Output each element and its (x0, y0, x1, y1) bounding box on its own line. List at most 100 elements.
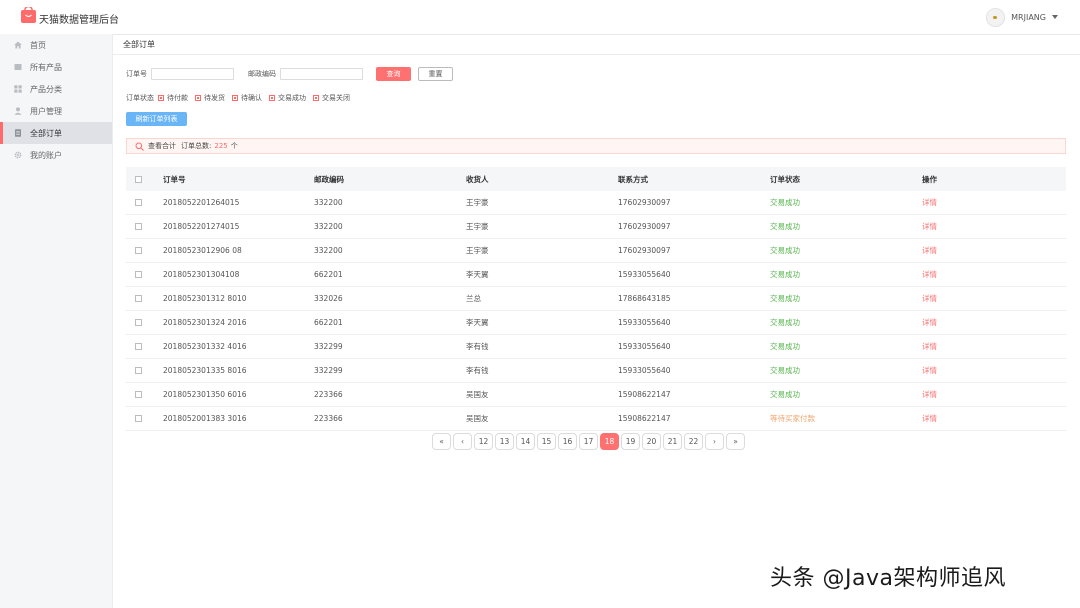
postcode-cell: 332026 (314, 294, 343, 303)
prev-page-button[interactable]: ‹ (453, 433, 472, 450)
postcode-cell: 662201 (314, 318, 343, 327)
phone-cell: 15933055640 (618, 318, 671, 327)
phone-cell: 17602930097 (618, 246, 671, 255)
checkbox-checked[interactable] (158, 95, 164, 101)
detail-link[interactable]: 详情 (922, 365, 1066, 376)
row-select-cell (126, 271, 163, 278)
receiver-cell: 吴国友 (466, 414, 489, 423)
summary-total-label: 订单总数: (181, 142, 212, 150)
sidebar-item-label: 产品分类 (30, 84, 62, 94)
detail-link[interactable]: 详情 (922, 389, 1066, 400)
table-row: 2018052301312 8010 332026 兰总 17868643185 交易成… (126, 287, 1066, 311)
last-page-button[interactable]: » (726, 433, 745, 450)
detail-link[interactable]: 详情 (922, 293, 1066, 304)
row-checkbox[interactable] (135, 223, 142, 230)
postcode-input[interactable] (280, 68, 363, 80)
page-number-button[interactable]: 17 (579, 433, 598, 450)
checkbox-checked[interactable] (313, 95, 319, 101)
phone-cell: 15908622147 (618, 390, 671, 399)
row-select-cell (126, 223, 163, 230)
row-checkbox[interactable] (135, 367, 142, 374)
select-all-checkbox[interactable] (135, 175, 142, 183)
detail-link[interactable]: 详情 (922, 221, 1066, 232)
postcode-cell: 332200 (314, 222, 343, 231)
page-number-button[interactable]: 14 (516, 433, 535, 450)
row-select-cell (126, 391, 163, 398)
next-page-button[interactable]: › (705, 433, 724, 450)
search-button[interactable]: 查询 (376, 67, 411, 81)
divider (113, 54, 1080, 55)
page-number-button[interactable]: 15 (537, 433, 556, 450)
column-header: 邮政编码 (314, 174, 344, 184)
phone-cell: 17602930097 (618, 198, 671, 207)
row-checkbox[interactable] (135, 247, 142, 254)
page-number-button[interactable]: 19 (621, 433, 640, 450)
detail-link[interactable]: 详情 (922, 413, 1066, 424)
sidebar-item-categories[interactable]: 产品分类 (0, 78, 112, 100)
summary-prefix: 查看合计 (148, 142, 176, 150)
status-option-pending-confirm[interactable]: 待确认 (232, 93, 262, 103)
shopping-bag-logo-icon[interactable] (21, 7, 36, 23)
page-number-button[interactable]: 18 (600, 433, 619, 450)
page-number-button[interactable]: 20 (642, 433, 661, 450)
sidebar-item-my-account[interactable]: 我的账户 (0, 144, 112, 166)
row-checkbox[interactable] (135, 415, 142, 422)
checkbox-checked[interactable] (232, 95, 238, 101)
row-checkbox[interactable] (135, 319, 142, 326)
page-number-button[interactable]: 21 (663, 433, 682, 450)
home-icon (14, 41, 22, 49)
phone-cell: 15908622147 (618, 414, 671, 423)
order-no-cell: 2018052301350 6016 (163, 390, 247, 399)
row-select-cell (126, 415, 163, 422)
sidebar-item-users[interactable]: 用户管理 (0, 100, 112, 122)
status-option-pending-payment[interactable]: 待付款 (158, 93, 188, 103)
order-count-unit: 个 (230, 142, 238, 150)
sidebar-item-home[interactable]: 首页 (0, 34, 112, 56)
row-checkbox[interactable] (135, 391, 142, 398)
status-cell: 交易成功 (770, 318, 800, 327)
page-number-button[interactable]: 22 (684, 433, 703, 450)
sidebar-item-all-products[interactable]: 所有产品 (0, 56, 112, 78)
row-checkbox[interactable] (135, 199, 142, 206)
filter-row: 订单号 邮政编码 查询 重置 (126, 67, 453, 81)
page-number-button[interactable]: 16 (558, 433, 577, 450)
detail-link[interactable]: 详情 (922, 269, 1066, 280)
table-row: 2018052001383 3016 223366 吴国友 15908622147 等待… (126, 407, 1066, 431)
checkbox-checked[interactable] (269, 95, 275, 101)
top-header: 天猫数据管理后台 MRJIANG (0, 0, 1080, 35)
row-checkbox[interactable] (135, 271, 142, 278)
order-no-input[interactable] (151, 68, 234, 80)
receiver-cell: 李有钱 (466, 342, 489, 351)
receiver-cell: 吴国友 (466, 390, 489, 399)
chevron-down-icon[interactable] (1052, 15, 1058, 19)
detail-link[interactable]: 详情 (922, 317, 1066, 328)
sidebar: 首页 所有产品 产品分类 用户管理 全部订单 我的账户 (0, 34, 113, 608)
status-cell: 交易成功 (770, 198, 800, 207)
order-no-cell: 2018052301304108 (163, 270, 240, 279)
status-filter-label: 订单状态 (126, 94, 154, 102)
status-option-label: 交易成功 (278, 94, 306, 102)
refresh-order-list-button[interactable]: 刷新订单列表 (126, 112, 187, 126)
detail-link[interactable]: 详情 (922, 197, 1066, 208)
status-option-pending-shipment[interactable]: 待发货 (195, 93, 225, 103)
reset-button[interactable]: 重置 (418, 67, 453, 81)
page-number-button[interactable]: 12 (474, 433, 493, 450)
detail-link[interactable]: 详情 (922, 341, 1066, 352)
row-checkbox[interactable] (135, 295, 142, 302)
row-checkbox[interactable] (135, 343, 142, 350)
postcode-cell: 662201 (314, 270, 343, 279)
status-option-closed[interactable]: 交易关闭 (313, 93, 350, 103)
username[interactable]: MRJIANG (1011, 13, 1046, 22)
postcode-label: 邮政编码 (248, 70, 276, 78)
sidebar-item-all-orders[interactable]: 全部订单 (0, 122, 112, 144)
avatar[interactable] (986, 7, 1006, 27)
receiver-cell: 王宇豪 (466, 222, 489, 231)
checkbox-checked[interactable] (195, 95, 201, 101)
detail-link[interactable]: 详情 (922, 245, 1066, 256)
orders-table: 订单号 邮政编码 收货人 联系方式 订单状态 操作 20180522012640… (126, 167, 1066, 431)
user-menu[interactable]: MRJIANG (986, 7, 1058, 27)
order-no-cell: 2018052301324 2016 (163, 318, 247, 327)
status-option-success[interactable]: 交易成功 (269, 93, 306, 103)
first-page-button[interactable]: « (432, 433, 451, 450)
page-number-button[interactable]: 13 (495, 433, 514, 450)
